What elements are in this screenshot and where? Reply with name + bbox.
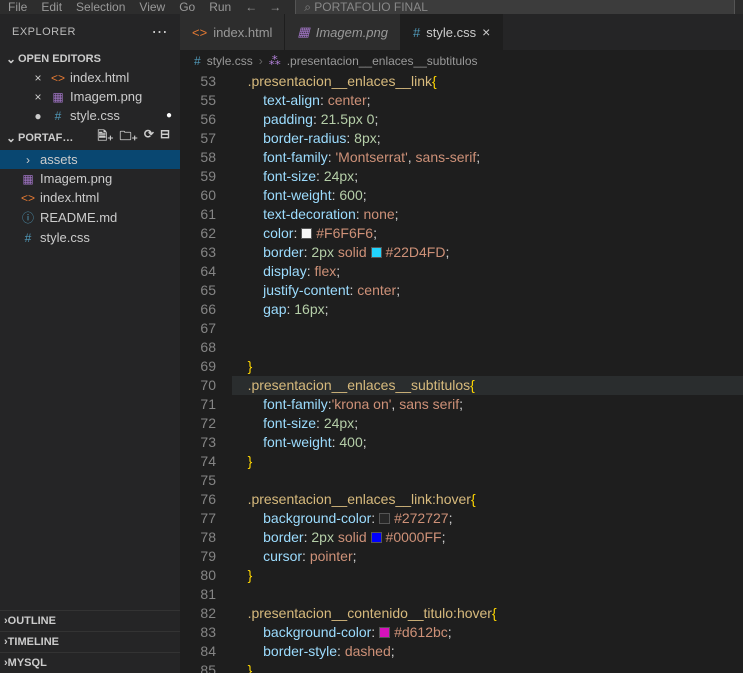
code-line[interactable]: .presentacion__contenido__titulo:hover{ xyxy=(232,604,743,623)
code-line[interactable]: border-radius: 8px; xyxy=(232,129,743,148)
mysql-header[interactable]: › MYSQL xyxy=(0,652,180,673)
close-icon[interactable]: × xyxy=(30,71,46,85)
symbol-icon: ⁂ xyxy=(269,54,281,68)
tree-item[interactable]: <>index.html xyxy=(0,188,180,207)
code-line[interactable]: justify-content: center; xyxy=(232,281,743,300)
chevron-down-icon xyxy=(4,131,18,145)
css-file-icon: # xyxy=(50,109,66,123)
dirty-dot-icon: ● xyxy=(30,109,46,123)
tree-item[interactable]: ›assets xyxy=(0,150,180,169)
menu-selection[interactable]: Selection xyxy=(76,0,125,14)
code-line[interactable]: color: #F6F6F6; xyxy=(232,224,743,243)
code-line[interactable] xyxy=(232,471,743,490)
color-swatch[interactable] xyxy=(371,532,382,543)
html-file-icon: <> xyxy=(50,71,66,85)
nav-back-icon[interactable]: ← xyxy=(245,0,257,14)
code-line[interactable]: .presentacion__enlaces__link{ xyxy=(232,72,743,91)
color-swatch[interactable] xyxy=(379,513,390,524)
command-search[interactable]: ⌕ PORTAFOLIO FINAL xyxy=(295,0,735,14)
code-editor[interactable]: 5355565758596061626364656667686970717273… xyxy=(180,72,743,673)
code-line[interactable]: gap: 16px; xyxy=(232,300,743,319)
code-line[interactable]: border: 2px solid #0000FF; xyxy=(232,528,743,547)
open-editors-list: × <>index.html × ▦Imagem.png ● #style.cs… xyxy=(0,68,180,125)
open-editor-item[interactable]: ● #style.css xyxy=(0,106,180,125)
code-line[interactable]: .presentacion__enlaces__subtitulos{ xyxy=(232,376,743,395)
code-line[interactable]: font-size: 24px; xyxy=(232,167,743,186)
code-line[interactable]: } xyxy=(232,357,743,376)
color-swatch[interactable] xyxy=(301,228,312,239)
nav-forward-icon[interactable]: → xyxy=(269,0,281,14)
tab-index-html[interactable]: <>index.html xyxy=(180,14,285,50)
menu-run[interactable]: Run xyxy=(209,0,231,14)
html-file-icon: <> xyxy=(192,25,207,40)
code-line[interactable]: font-weight: 400; xyxy=(232,433,743,452)
code-line[interactable]: cursor: pointer; xyxy=(232,547,743,566)
code-line[interactable]: } xyxy=(232,566,743,585)
code-line[interactable] xyxy=(232,338,743,357)
chevron-right-icon: › xyxy=(20,153,36,167)
workspace-tree: ›assets ▦Imagem.png <>index.html ⓘREADME… xyxy=(0,150,180,610)
menu-edit[interactable]: Edit xyxy=(41,0,62,14)
code-line[interactable]: text-decoration: none; xyxy=(232,205,743,224)
code-line[interactable]: font-size: 24px; xyxy=(232,414,743,433)
code-line[interactable]: font-weight: 600; xyxy=(232,186,743,205)
more-icon[interactable]: ⋯ xyxy=(152,22,169,42)
timeline-header[interactable]: › TIMELINE xyxy=(0,631,180,652)
open-editor-item[interactable]: × ▦Imagem.png xyxy=(0,87,180,106)
tree-item[interactable]: #style.css xyxy=(0,228,180,247)
outline-header[interactable]: › OUTLINE xyxy=(0,610,180,631)
code-line[interactable]: } xyxy=(232,661,743,673)
image-file-icon: ▦ xyxy=(50,90,66,104)
new-folder-icon[interactable]: 🗀₊ xyxy=(120,127,138,148)
search-icon: ⌕ xyxy=(304,0,314,14)
code-line[interactable]: background-color: #272727; xyxy=(232,509,743,528)
collapse-all-icon[interactable]: ⊟ xyxy=(160,127,170,148)
image-file-icon: ▦ xyxy=(20,172,36,186)
css-file-icon: # xyxy=(20,231,36,245)
tab-Imagem-png[interactable]: ▦Imagem.png xyxy=(285,14,401,50)
color-swatch[interactable] xyxy=(371,247,382,258)
code-line[interactable]: border-style: dashed; xyxy=(232,642,743,661)
menu-view[interactable]: View xyxy=(139,0,165,14)
code-line[interactable]: font-family:'krona on', sans serif; xyxy=(232,395,743,414)
menu-go[interactable]: Go xyxy=(179,0,195,14)
editor-tabs: <>index.html ▦Imagem.png #style.css× xyxy=(180,14,743,50)
code-line[interactable]: text-align: center; xyxy=(232,91,743,110)
code-lines[interactable]: .presentacion__enlaces__link{ text-align… xyxy=(230,72,743,673)
image-file-icon: ▦ xyxy=(297,24,309,40)
close-icon[interactable]: × xyxy=(30,90,46,104)
code-line[interactable]: padding: 21.5px 0; xyxy=(232,110,743,129)
explorer-title: EXPLORER xyxy=(12,26,76,38)
code-line[interactable] xyxy=(232,319,743,338)
tab-style-css[interactable]: #style.css× xyxy=(401,14,503,50)
chevron-right-icon: › xyxy=(259,54,263,68)
open-editors-header[interactable]: OPEN EDITORS xyxy=(0,50,180,68)
open-editor-item[interactable]: × <>index.html xyxy=(0,68,180,87)
color-swatch[interactable] xyxy=(379,627,390,638)
new-file-icon[interactable]: 🗎₊ xyxy=(98,127,114,148)
menu-file[interactable]: File xyxy=(8,0,27,14)
sidebar: EXPLORER ⋯ OPEN EDITORS × <>index.html ×… xyxy=(0,14,180,673)
close-icon[interactable]: × xyxy=(482,24,490,40)
html-file-icon: <> xyxy=(20,191,36,205)
code-line[interactable]: .presentacion__enlaces__link:hover{ xyxy=(232,490,743,509)
tree-item[interactable]: ▦Imagem.png xyxy=(0,169,180,188)
refresh-icon[interactable]: ⟳ xyxy=(144,127,154,148)
code-line[interactable]: } xyxy=(232,452,743,471)
workspace-header[interactable]: PORTAF… 🗎₊ 🗀₊ ⟳ ⊟ xyxy=(0,125,180,150)
line-gutter: 5355565758596061626364656667686970717273… xyxy=(180,72,230,673)
css-file-icon: # xyxy=(194,54,201,68)
menubar: File Edit Selection View Go Run ← → ⌕ PORTAFO… xyxy=(0,0,743,14)
css-file-icon: # xyxy=(413,25,420,40)
info-file-icon: ⓘ xyxy=(20,209,36,226)
breadcrumbs[interactable]: # style.css › ⁂ .presentacion__enlaces__… xyxy=(180,50,743,72)
code-line[interactable]: border: 2px solid #22D4FD; xyxy=(232,243,743,262)
code-line[interactable]: display: flex; xyxy=(232,262,743,281)
code-line[interactable]: font-family: 'Montserrat', sans-serif; xyxy=(232,148,743,167)
chevron-down-icon xyxy=(4,52,18,66)
code-line[interactable] xyxy=(232,585,743,604)
tree-item[interactable]: ⓘREADME.md xyxy=(0,207,180,228)
code-line[interactable]: background-color: #d612bc; xyxy=(232,623,743,642)
